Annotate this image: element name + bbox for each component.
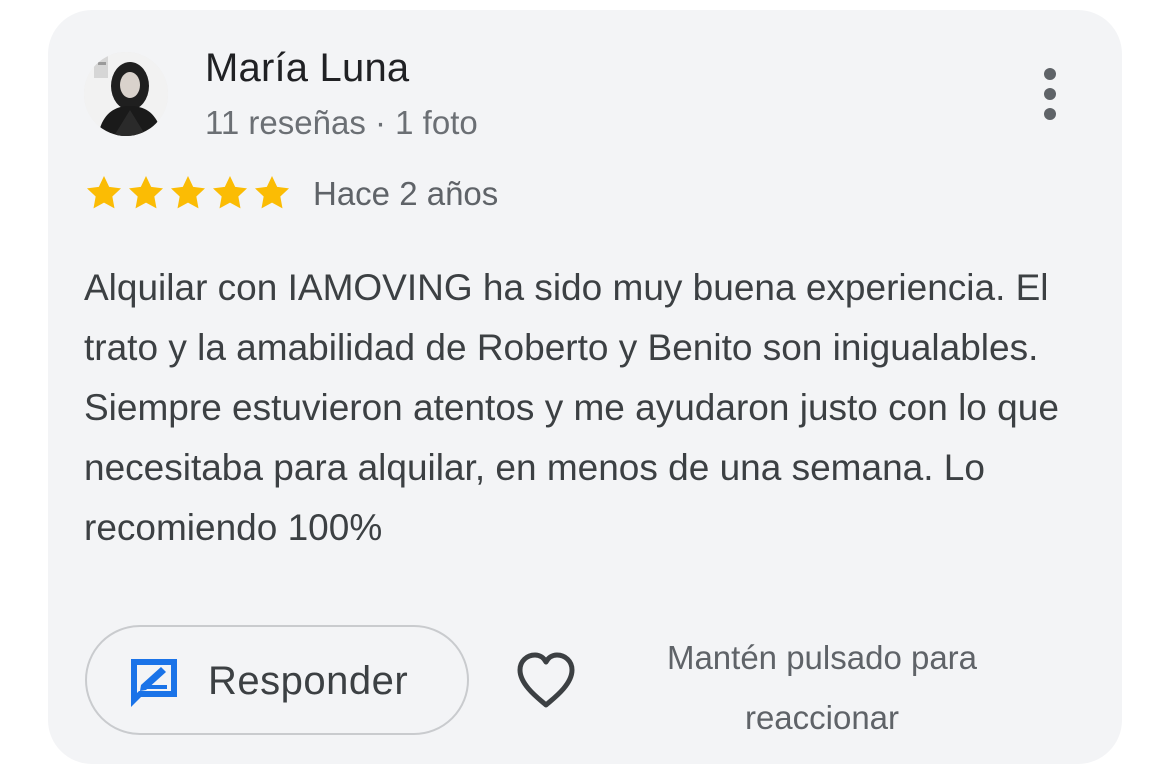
author-name[interactable]: María Luna [205,46,409,91]
avatar-photo [84,52,168,136]
more-vertical-icon[interactable] [1036,66,1064,122]
reply-button[interactable]: Responder [85,625,469,735]
heart-outline-icon[interactable] [514,650,578,710]
avatar[interactable] [84,52,168,136]
star-icon [255,176,289,209]
author-meta: 11 reseñas · 1 foto [205,104,478,141]
star-icon [87,176,121,209]
star-icon [129,176,163,209]
star-icon [171,176,205,209]
reaction-hint: Mantén pulsado para reaccionar [666,639,978,736]
star-icon [213,176,247,209]
review-text: Alquilar con IAMOVING ha sido muy buena … [84,267,1059,548]
review-date: Hace 2 años [313,175,499,212]
reply-edit-icon [127,655,181,709]
review-card: María Luna 11 reseñas · 1 foto Hace 2 añ… [48,10,1122,764]
star-rating [84,173,292,213]
reply-button-label: Responder [208,659,409,703]
